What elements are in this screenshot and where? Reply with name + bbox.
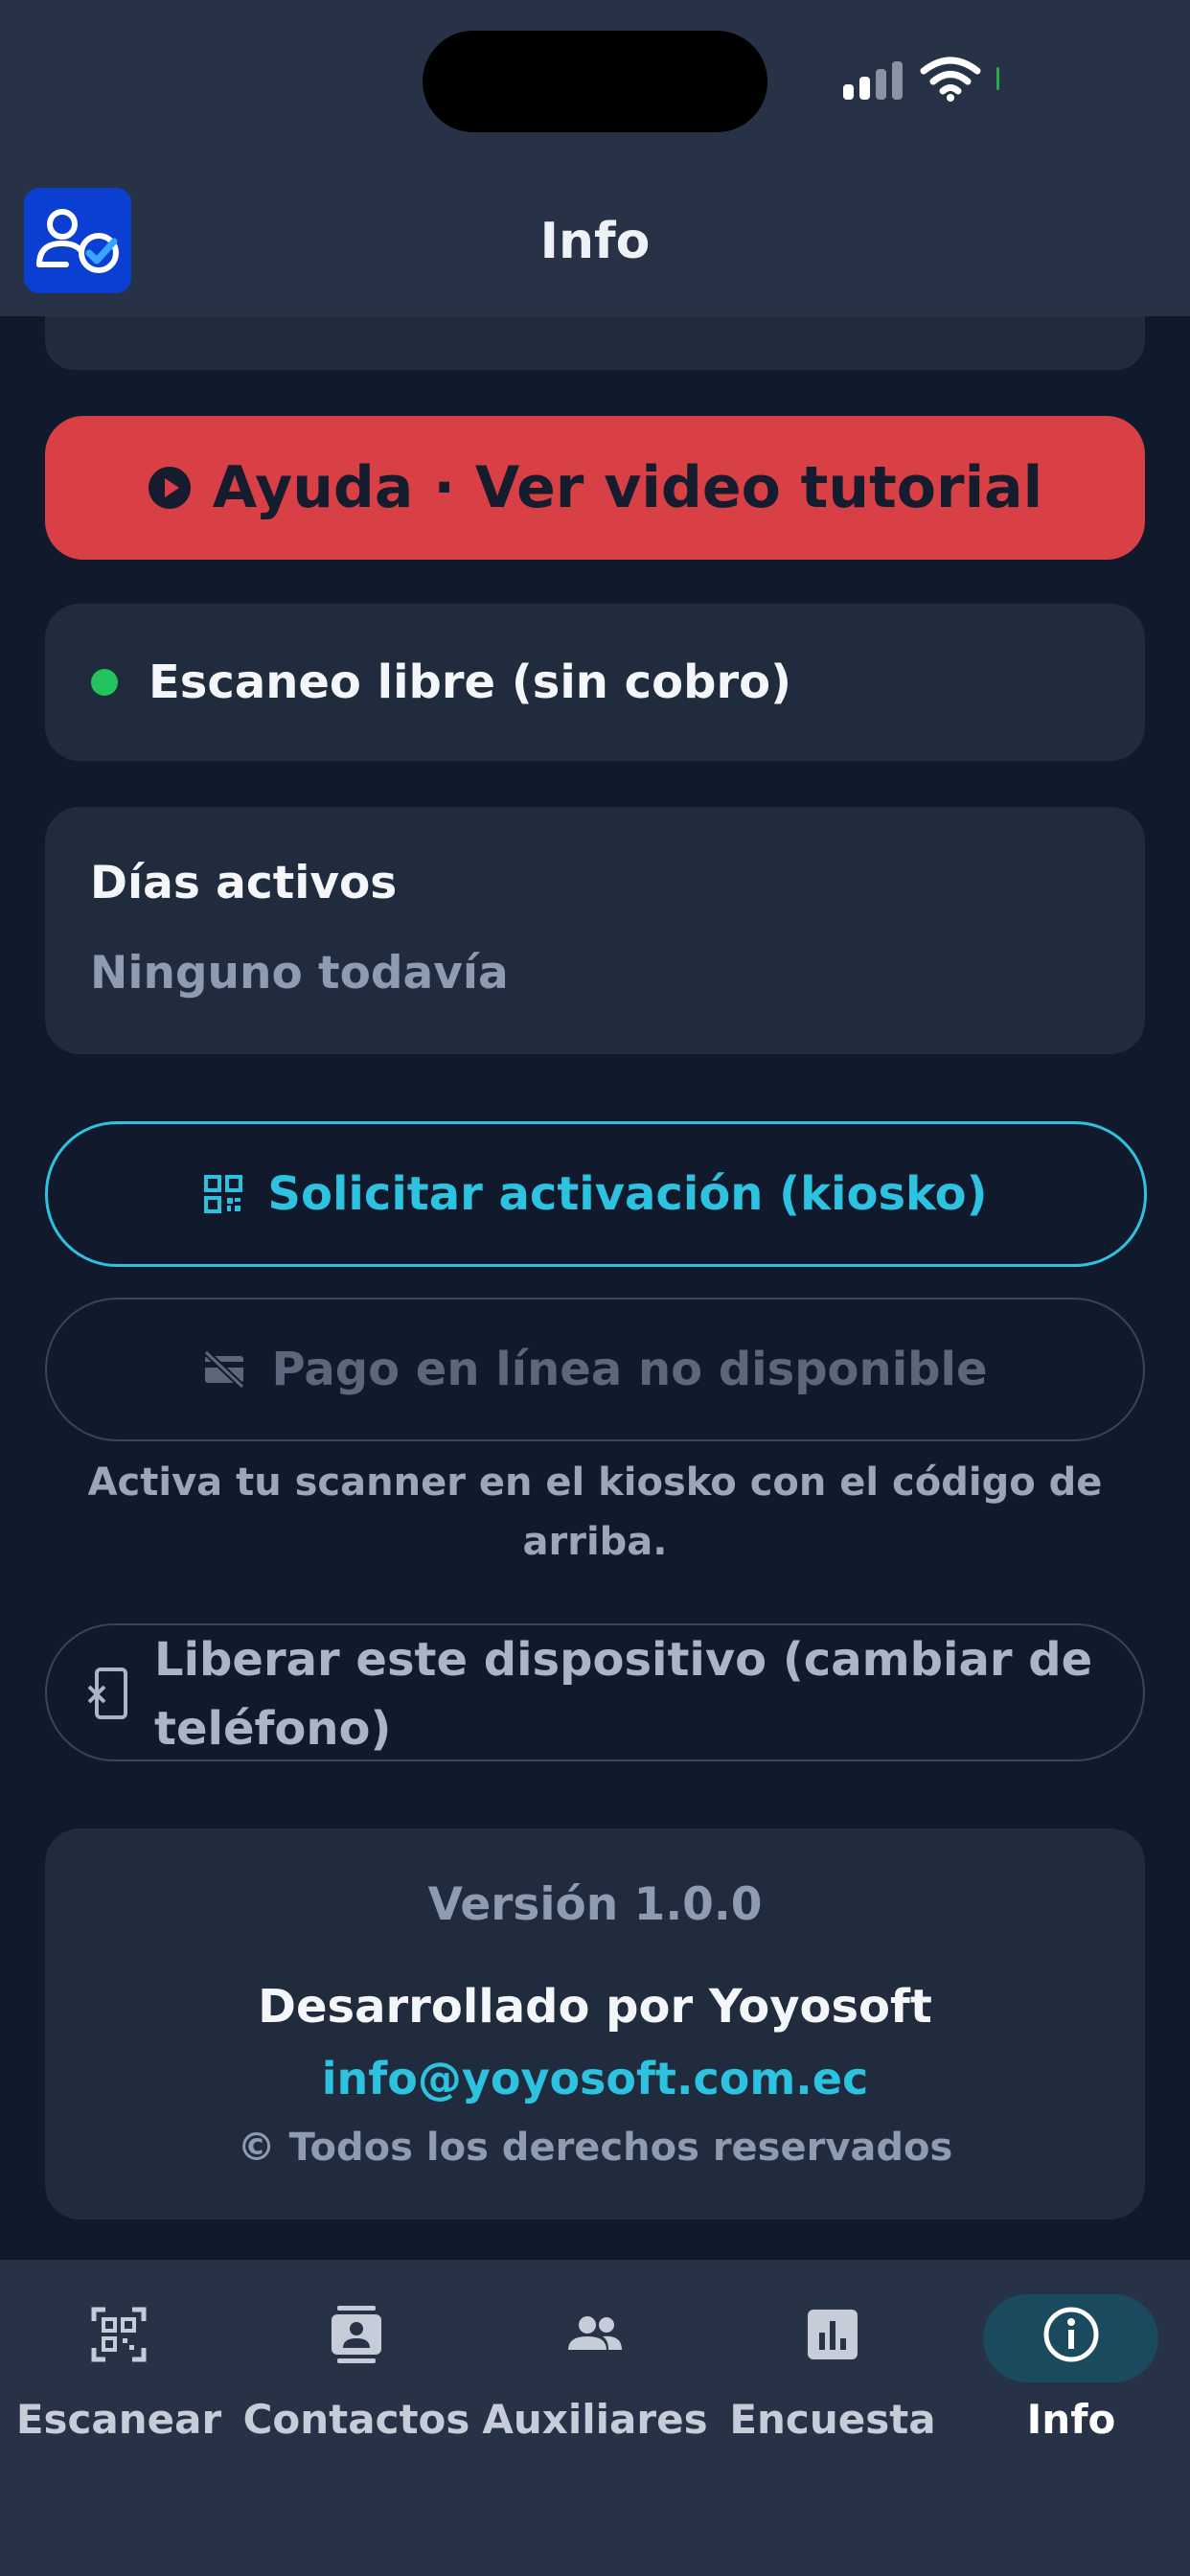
tab-escanear[interactable]: Escanear [0,2260,238,2471]
contacts-icon [332,2306,381,2363]
copyright-text: © Todos los derechos reservados [237,2126,953,2170]
about-card: Versión 1.0.0 Desarrollado por Yoyosoft … [45,1828,1145,2220]
page-title: Info [539,213,651,270]
info-icon [1043,2307,1099,2362]
tab-label: Info [1026,2396,1116,2443]
tab-auxiliares[interactable]: Auxiliares [476,2260,714,2471]
dynamic-island [423,31,767,132]
app-header: Info [0,163,1190,316]
app-logo [24,188,131,293]
active-days-card: Días activos Ninguno todavía [45,807,1145,1054]
online-payment-label: Pago en línea no disponible [271,1343,988,1396]
phone-remove-icon [87,1668,127,1719]
status-dot-icon [91,669,118,696]
tab-contactos[interactable]: Contactos [238,2260,475,2471]
release-device-button[interactable]: Liberar este dispositivo (cambiar de tel… [45,1623,1145,1761]
release-device-label: Liberar este dispositivo (cambiar de tel… [154,1633,1093,1756]
activation-hint: Activa tu scanner en el kiosko con el có… [87,1460,1103,1564]
active-days-title: Días activos [90,857,398,909]
online-payment-button[interactable]: Pago en línea no disponible [45,1298,1145,1441]
scan-status-card: Escaneo libre (sin cobro) [45,604,1145,761]
tab-info[interactable]: Info [952,2260,1190,2471]
qr-scan-icon [91,2307,147,2362]
cellular-signal-icon [843,61,904,100]
poll-icon [808,2310,858,2359]
request-activation-label: Solicitar activación (kiosko) [267,1167,988,1221]
people-icon [568,2316,622,2350]
wifi-icon [920,57,981,102]
tab-label: Contactos [242,2396,470,2443]
app-version: Versión 1.0.0 [427,1878,763,1931]
tab-label: Auxiliares [482,2396,708,2443]
bottom-tab-bar: Escanear Contactos Auxiliares Encuesta I… [0,2260,1190,2576]
developer-credit: Desarrollado por Yoyosoft [258,1980,932,2034]
request-activation-button[interactable]: Solicitar activación (kiosko) [45,1121,1147,1267]
status-bar [0,0,1190,163]
user-check-icon [36,209,119,273]
previous-card [45,316,1145,370]
help-video-label: Ayuda · Ver video tutorial [212,454,1043,521]
tab-encuesta[interactable]: Encuesta [714,2260,951,2471]
qr-code-icon [204,1175,243,1213]
battery-icon [996,67,999,90]
scan-status-text: Escaneo libre (sin cobro) [149,656,792,709]
help-video-button[interactable]: Ayuda · Ver video tutorial [45,416,1145,560]
active-days-value: Ninguno todavía [90,947,509,1000]
contact-email-link[interactable]: info@yoyosoft.com.ec [45,2053,1145,2104]
tab-label: Encuesta [729,2396,936,2443]
card-off-icon [204,1350,245,1389]
play-circle-icon [148,467,191,509]
